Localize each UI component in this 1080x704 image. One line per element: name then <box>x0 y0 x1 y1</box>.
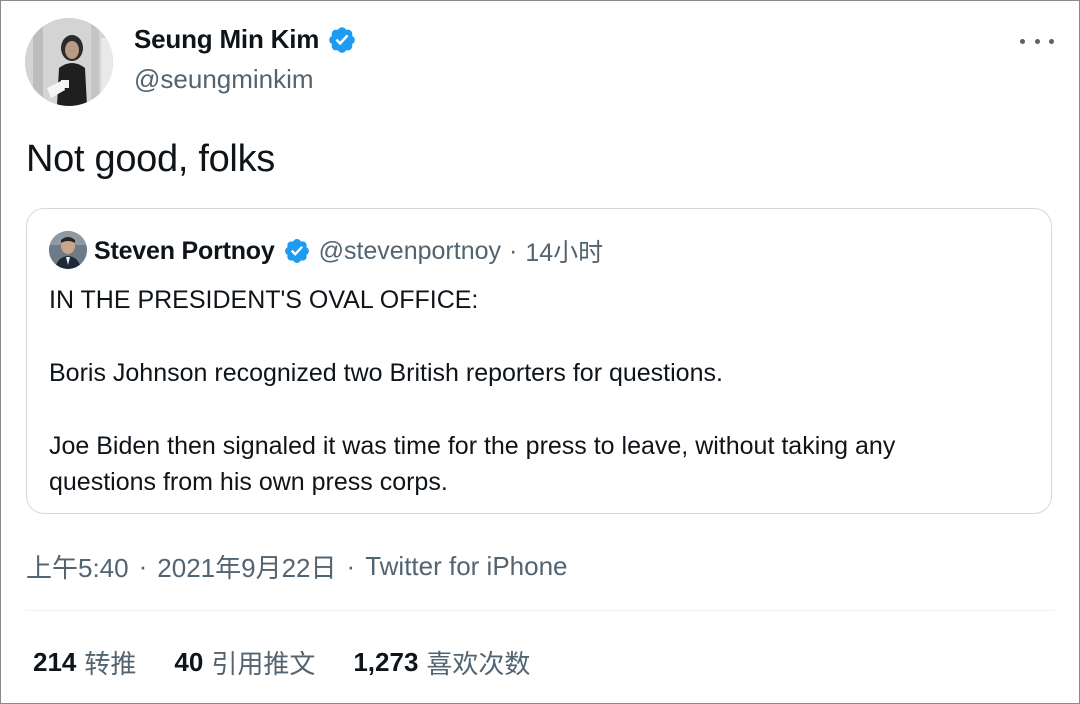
quoted-author-handle[interactable]: @stevenportnoy <box>319 237 501 266</box>
author-name-row[interactable]: Seung Min Kim <box>134 24 357 55</box>
quote-tweets-stat[interactable]: 40 引用推文 <box>174 644 315 681</box>
quoted-paragraph: Joe Biden then signaled it was time for … <box>49 432 896 460</box>
more-options-icon[interactable] <box>1020 28 1054 54</box>
more-dot <box>1034 38 1040 44</box>
tweet-stats: 214 转推 40 引用推文 1,273 喜欢次数 <box>33 644 568 681</box>
quoted-tweet-header: Steven Portnoy @stevenportnoy · 14小时 <box>94 233 603 269</box>
retweets-label: 转推 <box>84 649 137 679</box>
separator-dot: · <box>346 551 356 581</box>
tweet-meta: 上午5:40 · 2021年9月22日 · Twitter for iPhone <box>26 548 568 585</box>
separator-dot: · <box>138 551 148 581</box>
likes-label: 喜欢次数 <box>426 649 531 679</box>
tweet-text: Not good, folks <box>26 138 275 180</box>
quote-tweets-count: 40 <box>174 647 204 677</box>
quoted-tweet-body: IN THE PRESIDENT'S OVAL OFFICE: Boris Jo… <box>49 282 1039 500</box>
quoted-author-avatar[interactable] <box>49 231 87 269</box>
more-dot <box>1049 38 1054 44</box>
quoted-tweet-time[interactable]: 14小时 <box>525 233 603 269</box>
tweet-source[interactable]: Twitter for iPhone <box>365 551 567 582</box>
quoted-paragraph: IN THE PRESIDENT'S OVAL OFFICE: <box>49 286 479 314</box>
quoted-paragraph: Boris Johnson recognized two British rep… <box>49 359 723 387</box>
quote-tweets-label: 引用推文 <box>211 649 316 679</box>
quoted-author-name[interactable]: Steven Portnoy <box>94 237 275 266</box>
author-name[interactable]: Seung Min Kim <box>134 24 319 55</box>
author-handle[interactable]: @seungminkim <box>134 64 314 95</box>
quoted-tweet[interactable]: Steven Portnoy @stevenportnoy · 14小时 IN … <box>26 208 1052 514</box>
quoted-paragraph: questions from his own press corps. <box>49 468 448 496</box>
tweet-date[interactable]: 2021年9月22日 <box>157 548 336 585</box>
verified-badge-icon <box>284 239 309 263</box>
likes-stat[interactable]: 1,273 喜欢次数 <box>353 644 530 681</box>
author-avatar[interactable] <box>25 18 113 106</box>
separator-dot: · <box>509 236 518 265</box>
more-dot <box>1020 38 1025 44</box>
divider <box>26 610 1054 611</box>
likes-count: 1,273 <box>353 647 419 677</box>
verified-badge-icon <box>329 26 355 53</box>
tweet-time[interactable]: 上午5:40 <box>26 548 129 585</box>
retweets-stat[interactable]: 214 转推 <box>33 644 136 681</box>
retweets-count: 214 <box>33 647 77 677</box>
